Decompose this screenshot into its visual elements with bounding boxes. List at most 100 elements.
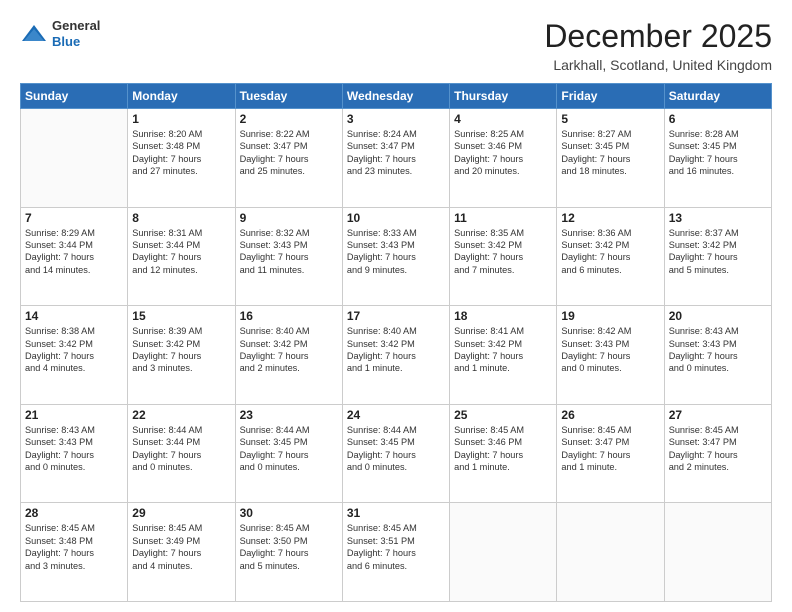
day-number: 18	[454, 309, 552, 323]
calendar-header-tuesday: Tuesday	[235, 84, 342, 109]
calendar-cell: 8 Sunrise: 8:31 AMSunset: 3:44 PMDaylight…	[128, 207, 235, 306]
month-title: December 2025	[544, 18, 772, 55]
cell-details: Sunrise: 8:22 AMSunset: 3:47 PMDaylight:…	[240, 128, 338, 178]
calendar-cell: 20 Sunrise: 8:43 AMSunset: 3:43 PMDayligh…	[664, 306, 771, 405]
calendar-cell: 6 Sunrise: 8:28 AMSunset: 3:45 PMDaylight…	[664, 109, 771, 208]
cell-details: Sunrise: 8:45 AMSunset: 3:47 PMDaylight:…	[561, 424, 659, 474]
calendar-cell: 29 Sunrise: 8:45 AMSunset: 3:49 PMDayligh…	[128, 503, 235, 602]
day-number: 5	[561, 112, 659, 126]
cell-details: Sunrise: 8:24 AMSunset: 3:47 PMDaylight:…	[347, 128, 445, 178]
calendar-header-row: SundayMondayTuesdayWednesdayThursdayFrid…	[21, 84, 772, 109]
day-number: 10	[347, 211, 445, 225]
day-number: 20	[669, 309, 767, 323]
calendar-cell: 18 Sunrise: 8:41 AMSunset: 3:42 PMDayligh…	[450, 306, 557, 405]
day-number: 12	[561, 211, 659, 225]
day-number: 15	[132, 309, 230, 323]
cell-details: Sunrise: 8:43 AMSunset: 3:43 PMDaylight:…	[669, 325, 767, 375]
calendar-cell: 3 Sunrise: 8:24 AMSunset: 3:47 PMDaylight…	[342, 109, 449, 208]
day-number: 23	[240, 408, 338, 422]
cell-details: Sunrise: 8:32 AMSunset: 3:43 PMDaylight:…	[240, 227, 338, 277]
calendar-week-row: 1 Sunrise: 8:20 AMSunset: 3:48 PMDaylight…	[21, 109, 772, 208]
calendar-cell	[664, 503, 771, 602]
day-number: 6	[669, 112, 767, 126]
cell-details: Sunrise: 8:40 AMSunset: 3:42 PMDaylight:…	[240, 325, 338, 375]
calendar-header-friday: Friday	[557, 84, 664, 109]
calendar-cell: 5 Sunrise: 8:27 AMSunset: 3:45 PMDaylight…	[557, 109, 664, 208]
day-number: 25	[454, 408, 552, 422]
calendar-cell: 26 Sunrise: 8:45 AMSunset: 3:47 PMDayligh…	[557, 404, 664, 503]
cell-details: Sunrise: 8:43 AMSunset: 3:43 PMDaylight:…	[25, 424, 123, 474]
logo: General Blue	[20, 18, 100, 49]
day-number: 3	[347, 112, 445, 126]
calendar-cell: 11 Sunrise: 8:35 AMSunset: 3:42 PMDayligh…	[450, 207, 557, 306]
calendar-cell: 31 Sunrise: 8:45 AMSunset: 3:51 PMDayligh…	[342, 503, 449, 602]
cell-details: Sunrise: 8:20 AMSunset: 3:48 PMDaylight:…	[132, 128, 230, 178]
cell-details: Sunrise: 8:28 AMSunset: 3:45 PMDaylight:…	[669, 128, 767, 178]
location: Larkhall, Scotland, United Kingdom	[544, 57, 772, 73]
calendar-cell: 19 Sunrise: 8:42 AMSunset: 3:43 PMDayligh…	[557, 306, 664, 405]
day-number: 27	[669, 408, 767, 422]
title-block: December 2025 Larkhall, Scotland, United…	[544, 18, 772, 73]
day-number: 26	[561, 408, 659, 422]
cell-details: Sunrise: 8:45 AMSunset: 3:51 PMDaylight:…	[347, 522, 445, 572]
day-number: 29	[132, 506, 230, 520]
calendar-header-thursday: Thursday	[450, 84, 557, 109]
day-number: 11	[454, 211, 552, 225]
cell-details: Sunrise: 8:31 AMSunset: 3:44 PMDaylight:…	[132, 227, 230, 277]
calendar-cell	[557, 503, 664, 602]
cell-details: Sunrise: 8:35 AMSunset: 3:42 PMDaylight:…	[454, 227, 552, 277]
cell-details: Sunrise: 8:27 AMSunset: 3:45 PMDaylight:…	[561, 128, 659, 178]
calendar-cell: 14 Sunrise: 8:38 AMSunset: 3:42 PMDayligh…	[21, 306, 128, 405]
calendar-header-monday: Monday	[128, 84, 235, 109]
cell-details: Sunrise: 8:39 AMSunset: 3:42 PMDaylight:…	[132, 325, 230, 375]
calendar-cell: 21 Sunrise: 8:43 AMSunset: 3:43 PMDayligh…	[21, 404, 128, 503]
cell-details: Sunrise: 8:40 AMSunset: 3:42 PMDaylight:…	[347, 325, 445, 375]
day-number: 22	[132, 408, 230, 422]
header: General Blue December 2025 Larkhall, Sco…	[20, 18, 772, 73]
day-number: 14	[25, 309, 123, 323]
day-number: 13	[669, 211, 767, 225]
calendar-week-row: 14 Sunrise: 8:38 AMSunset: 3:42 PMDayligh…	[21, 306, 772, 405]
calendar-cell: 2 Sunrise: 8:22 AMSunset: 3:47 PMDaylight…	[235, 109, 342, 208]
logo-text: General Blue	[52, 18, 100, 49]
calendar-cell: 28 Sunrise: 8:45 AMSunset: 3:48 PMDayligh…	[21, 503, 128, 602]
day-number: 16	[240, 309, 338, 323]
cell-details: Sunrise: 8:42 AMSunset: 3:43 PMDaylight:…	[561, 325, 659, 375]
day-number: 4	[454, 112, 552, 126]
calendar-cell: 1 Sunrise: 8:20 AMSunset: 3:48 PMDaylight…	[128, 109, 235, 208]
calendar-week-row: 28 Sunrise: 8:45 AMSunset: 3:48 PMDayligh…	[21, 503, 772, 602]
day-number: 17	[347, 309, 445, 323]
cell-details: Sunrise: 8:45 AMSunset: 3:48 PMDaylight:…	[25, 522, 123, 572]
logo-icon	[20, 23, 48, 45]
day-number: 1	[132, 112, 230, 126]
calendar-table: SundayMondayTuesdayWednesdayThursdayFrid…	[20, 83, 772, 602]
day-number: 30	[240, 506, 338, 520]
day-number: 2	[240, 112, 338, 126]
day-number: 28	[25, 506, 123, 520]
calendar-cell: 12 Sunrise: 8:36 AMSunset: 3:42 PMDayligh…	[557, 207, 664, 306]
day-number: 7	[25, 211, 123, 225]
day-number: 19	[561, 309, 659, 323]
calendar-header-wednesday: Wednesday	[342, 84, 449, 109]
cell-details: Sunrise: 8:29 AMSunset: 3:44 PMDaylight:…	[25, 227, 123, 277]
page: General Blue December 2025 Larkhall, Sco…	[0, 0, 792, 612]
cell-details: Sunrise: 8:41 AMSunset: 3:42 PMDaylight:…	[454, 325, 552, 375]
day-number: 24	[347, 408, 445, 422]
calendar-cell: 24Sunrise: 8:44 AMSunset: 3:45 PMDayligh…	[342, 404, 449, 503]
calendar-cell: 15 Sunrise: 8:39 AMSunset: 3:42 PMDayligh…	[128, 306, 235, 405]
calendar-week-row: 7 Sunrise: 8:29 AMSunset: 3:44 PMDaylight…	[21, 207, 772, 306]
cell-details: Sunrise: 8:36 AMSunset: 3:42 PMDaylight:…	[561, 227, 659, 277]
day-number: 21	[25, 408, 123, 422]
cell-details: Sunrise: 8:45 AMSunset: 3:49 PMDaylight:…	[132, 522, 230, 572]
cell-details: Sunrise: 8:38 AMSunset: 3:42 PMDaylight:…	[25, 325, 123, 375]
calendar-cell: 23Sunrise: 8:44 AMSunset: 3:45 PMDayligh…	[235, 404, 342, 503]
calendar-cell: 25Sunrise: 8:45 AMSunset: 3:46 PMDayligh…	[450, 404, 557, 503]
calendar-cell: 10Sunrise: 8:33 AMSunset: 3:43 PMDayligh…	[342, 207, 449, 306]
calendar-cell: 9 Sunrise: 8:32 AMSunset: 3:43 PMDaylight…	[235, 207, 342, 306]
calendar-cell: 17 Sunrise: 8:40 AMSunset: 3:42 PMDayligh…	[342, 306, 449, 405]
day-number: 9	[240, 211, 338, 225]
day-number: 31	[347, 506, 445, 520]
calendar-cell: 27Sunrise: 8:45 AMSunset: 3:47 PMDayligh…	[664, 404, 771, 503]
cell-details: Sunrise: 8:45 AMSunset: 3:50 PMDaylight:…	[240, 522, 338, 572]
day-number: 8	[132, 211, 230, 225]
